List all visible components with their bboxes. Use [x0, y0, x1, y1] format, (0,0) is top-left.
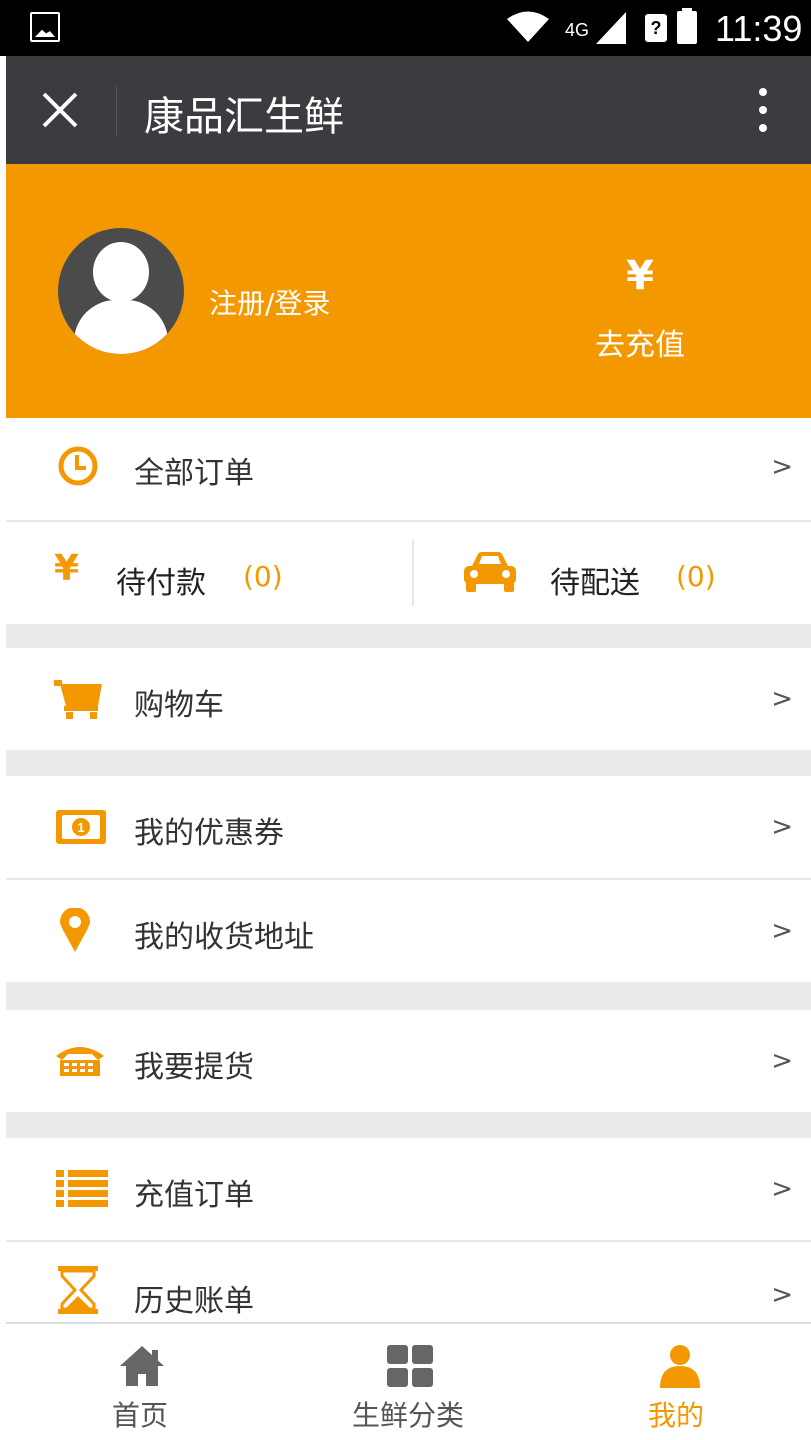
recharge-button[interactable]: ¥ 去充值 — [576, 254, 704, 364]
recharge-orders-row[interactable]: 充值订单 > — [6, 1138, 811, 1240]
recharge-label: 去充值 — [595, 328, 685, 363]
yen-icon: ¥ — [54, 548, 80, 589]
network-type: 4G — [565, 20, 590, 40]
recharge-orders-label: 充值订单 — [134, 1178, 254, 1213]
all-orders-label: 全部订单 — [134, 456, 254, 491]
list-icon — [56, 1170, 108, 1207]
history-label: 历史账单 — [134, 1284, 254, 1319]
avatar[interactable] — [58, 228, 184, 354]
coupons-label: 我的优惠券 — [134, 816, 284, 851]
pending-payment-button[interactable]: ¥ 待付款 (0) — [6, 522, 411, 624]
section-gap — [6, 1112, 811, 1138]
chevron-right-icon: > — [771, 684, 793, 714]
tab-label: 首页 — [111, 1399, 168, 1432]
addresses-label: 我的收货地址 — [134, 920, 314, 955]
yen-icon: ¥ — [626, 253, 654, 299]
history-row[interactable]: 历史账单 > — [6, 1242, 811, 1322]
car-icon — [464, 552, 516, 592]
wifi-icon — [507, 11, 549, 42]
addresses-row[interactable]: 我的收货地址 > — [6, 880, 811, 982]
chevron-right-icon: > — [771, 812, 793, 842]
title-separator — [116, 86, 117, 136]
chevron-right-icon: > — [771, 1046, 793, 1076]
coupons-row[interactable]: 1 我的优惠券 > — [6, 776, 811, 878]
all-orders-row[interactable]: 全部订单 > — [6, 418, 811, 520]
title-bar: 康品汇生鲜 — [6, 56, 811, 164]
cart-row[interactable]: 购物车 > — [6, 648, 811, 750]
home-icon — [120, 1346, 164, 1386]
grid-icon — [387, 1345, 433, 1387]
more-options-icon[interactable] — [751, 86, 775, 136]
signal-icon — [596, 12, 626, 44]
clock-icon — [58, 446, 98, 486]
tab-label: 生鲜分类 — [351, 1399, 464, 1432]
clock: 11:39 — [715, 8, 803, 49]
cart-label: 购物车 — [134, 688, 224, 723]
chevron-right-icon: > — [771, 916, 793, 946]
tab-home[interactable]: 首页 — [6, 1324, 274, 1440]
tab-mine[interactable]: 我的 — [542, 1324, 810, 1440]
pickup-row[interactable]: 我要提货 > — [6, 1010, 811, 1112]
sim-icon: ? — [645, 14, 667, 42]
bottom-tab-bar: 首页 生鲜分类 我的 — [6, 1322, 811, 1440]
shopping-cart-icon — [54, 680, 102, 719]
battery-icon — [677, 8, 697, 44]
user-icon — [660, 1345, 700, 1388]
pending-payment-label: 待付款 — [116, 566, 206, 601]
pickup-label: 我要提货 — [134, 1050, 254, 1085]
phone-icon — [56, 1047, 104, 1076]
coupon-icon: 1 — [56, 810, 106, 844]
chevron-right-icon: > — [771, 1280, 793, 1310]
pending-delivery-button[interactable]: 待配送 (0) — [414, 522, 811, 624]
chevron-right-icon: > — [771, 1174, 793, 1204]
pending-delivery-count: (0) — [676, 560, 716, 593]
section-gap — [6, 982, 811, 1010]
section-gap — [6, 750, 811, 776]
profile-header: 注册/登录 ¥ 去充值 — [6, 164, 811, 418]
status-bar: 4G ? 11:39 — [0, 0, 811, 56]
tab-categories[interactable]: 生鲜分类 — [274, 1324, 542, 1440]
login-link[interactable]: 注册/登录 — [209, 282, 330, 322]
hourglass-icon — [58, 1266, 98, 1314]
page-title: 康品汇生鲜 — [144, 94, 344, 140]
location-pin-icon — [60, 908, 90, 952]
svg-text:1: 1 — [77, 820, 84, 835]
pending-payment-count: (0) — [243, 560, 283, 593]
pending-delivery-label: 待配送 — [550, 566, 640, 601]
image-notification-icon — [30, 12, 60, 42]
close-icon[interactable] — [40, 90, 80, 130]
tab-label: 我的 — [647, 1399, 704, 1432]
section-gap — [6, 624, 811, 648]
chevron-right-icon: > — [771, 452, 793, 482]
